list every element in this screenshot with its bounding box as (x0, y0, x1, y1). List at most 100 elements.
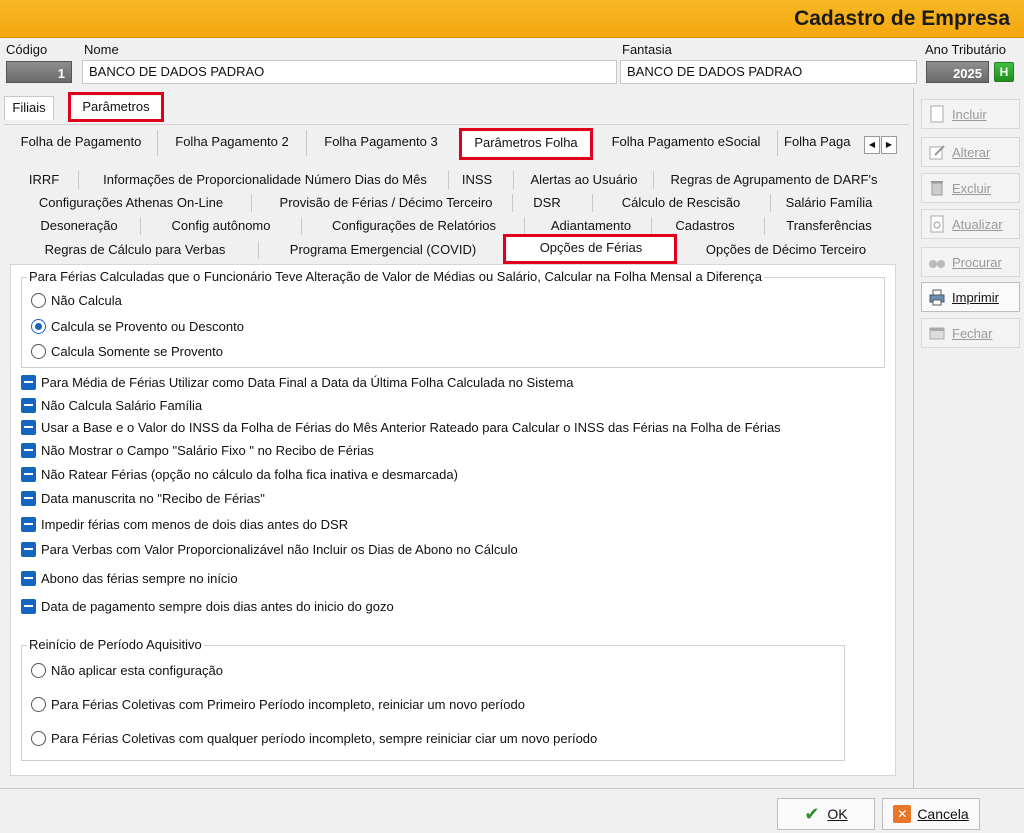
fechar-button[interactable]: Fechar (921, 318, 1020, 348)
tab-folha-pagamento[interactable]: Folha de Pagamento (8, 131, 154, 155)
group-diferenca-medias-title: Para Férias Calculadas que o Funcionário… (27, 269, 764, 284)
trash-icon (928, 179, 946, 197)
tab-folha-pagamento-3[interactable]: Folha Pagamento 3 (310, 131, 452, 155)
radio-qualquer-periodo[interactable] (31, 731, 46, 746)
tab-separator (251, 194, 252, 212)
cancel-label: Cancela (917, 806, 969, 822)
tab-programa-emergencial[interactable]: Programa Emergencial (COVID) (264, 239, 502, 263)
checkbox-impedir-ferias-dsr[interactable] (21, 517, 36, 532)
checkbox-label: Não Calcula Salário Família (41, 398, 203, 413)
edit-icon (928, 143, 946, 161)
radio-calcula-provento-desconto[interactable] (31, 319, 46, 334)
tab-separator (448, 171, 449, 189)
tab-folha-pagamento-2[interactable]: Folha Pagamento 2 (160, 131, 304, 155)
checkbox-data-pagamento[interactable] (21, 599, 36, 614)
checkbox-label: Para Verbas com Valor Proporcionalizável… (41, 542, 518, 557)
tab-salario-familia[interactable]: Salário Família (774, 192, 884, 216)
fantasia-field[interactable]: BANCO DE DADOS PADRAO (620, 60, 917, 84)
tab-config-autonomo[interactable]: Config autônomo (148, 215, 294, 239)
binoculars-icon (928, 253, 946, 271)
tab-separator (764, 217, 765, 235)
tab-config-relatorios[interactable]: Configurações de Relatórios (305, 215, 523, 239)
checkbox-nao-calcula-salario-familia[interactable] (21, 398, 36, 413)
checkbox-label: Data de pagamento sempre dois dias antes… (41, 599, 394, 614)
atualizar-button[interactable]: Atualizar (921, 209, 1020, 239)
checkbox-data-manuscrita[interactable] (21, 491, 36, 506)
checkbox-label: Impedir férias com menos de dois dias an… (41, 517, 349, 532)
side-toolbar: Incluir Alterar Excluir Atualizar Procur… (915, 88, 1024, 788)
excluir-button[interactable]: Excluir (921, 173, 1020, 203)
checkbox-label: Para Média de Férias Utilizar como Data … (41, 375, 574, 390)
checkbox-abono-inicio[interactable] (21, 571, 36, 586)
tab-calculo-rescisao[interactable]: Cálculo de Rescisão (596, 192, 766, 216)
checkbox-media-data-final[interactable] (21, 375, 36, 390)
tab-dsr[interactable]: DSR (514, 192, 580, 216)
tab-provisao-ferias[interactable]: Provisão de Férias / Décimo Terceiro (255, 192, 517, 216)
checkbox-nao-mostrar-salario-fixo[interactable] (21, 443, 36, 458)
tab-athenas-online[interactable]: Configurações Athenas On-Line (24, 192, 238, 216)
alterar-button[interactable]: Alterar (921, 137, 1020, 167)
radio-qualquer-periodo-label: Para Férias Coletivas com qualquer perío… (51, 731, 598, 746)
tab-transferencias[interactable]: Transferências (770, 215, 888, 239)
procurar-button[interactable]: Procurar (921, 247, 1020, 277)
tab-regras-calculo-verbas[interactable]: Regras de Cálculo para Verbas (22, 239, 248, 263)
document-icon (928, 105, 946, 123)
opcoes-ferias-panel: Para Férias Calculadas que o Funcionário… (10, 264, 896, 776)
group-reinicio-periodo-title: Reinício de Período Aquisitivo (27, 637, 204, 652)
tab-separator (653, 171, 654, 189)
tab-scroll-right-icon[interactable]: ▶ (881, 136, 897, 154)
procurar-label: Procurar (952, 254, 1002, 270)
divider (4, 124, 909, 125)
checkbox-verbas-proporcionalizavel[interactable] (21, 542, 36, 557)
radio-nao-aplicar[interactable] (31, 663, 46, 678)
tab-separator (512, 194, 513, 212)
ok-button[interactable]: ✔ OK (777, 798, 875, 830)
highlight-parametros-folha (459, 128, 593, 160)
cancel-icon: ✕ (893, 805, 912, 823)
checkbox-label: Abono das férias sempre no início (41, 571, 238, 586)
checkbox-label: Não Ratear Férias (opção no cálculo da f… (41, 467, 458, 482)
tab-folha-pagamento-esocial[interactable]: Folha Pagamento eSocial (598, 131, 774, 155)
radio-calcula-somente-provento-label: Calcula Somente se Provento (51, 344, 223, 359)
ano-help-button[interactable]: H (994, 62, 1014, 82)
tab-separator (524, 217, 525, 235)
tab-folha-pagamento-truncated[interactable]: Folha Paga (784, 131, 864, 155)
bottom-bar: ✔ OK ✕ Cancela (0, 788, 1024, 833)
cancel-button[interactable]: ✕ Cancela (882, 798, 980, 830)
tab-opcoes-decimo-terceiro[interactable]: Opções de Décimo Terceiro (688, 239, 884, 263)
incluir-button[interactable]: Incluir (921, 99, 1020, 129)
window-title: Cadastro de Empresa (794, 7, 1010, 30)
alterar-label: Alterar (952, 144, 991, 160)
tab-separator (78, 171, 79, 189)
radio-calcula-somente-provento[interactable] (31, 344, 46, 359)
tab-desoneracao[interactable]: Desoneração (22, 215, 136, 239)
checkbox-nao-ratear-ferias[interactable] (21, 467, 36, 482)
tab-regras-darf[interactable]: Regras de Agrupamento de DARF's (656, 169, 892, 193)
tab-alertas[interactable]: Alertas ao Usuário (516, 169, 652, 193)
fechar-label: Fechar (952, 325, 993, 341)
tab-filiais[interactable]: Filiais (4, 96, 54, 120)
tab-inss[interactable]: INSS (452, 169, 502, 193)
radio-primeiro-periodo-label: Para Férias Coletivas com Primeiro Perío… (51, 697, 525, 712)
codigo-field[interactable]: 1 (6, 61, 72, 83)
ano-field[interactable]: 2025 (926, 61, 989, 83)
title-bar: Cadastro de Empresa (0, 0, 1024, 38)
ok-label: OK (827, 806, 848, 822)
tab-separator (592, 194, 593, 212)
checkbox-label: Usar a Base e o Valor do INSS da Folha d… (41, 420, 781, 435)
tab-scroll-left-icon[interactable]: ◀ (864, 136, 880, 154)
tab-proporcionalidade[interactable]: Informações de Proporcionalidade Número … (84, 169, 446, 193)
tab-irrf[interactable]: IRRF (22, 169, 66, 193)
printer-icon (928, 288, 946, 306)
tab-separator (513, 171, 514, 189)
tab-separator (157, 130, 158, 156)
check-icon: ✔ (804, 803, 820, 824)
nome-field[interactable]: BANCO DE DADOS PADRAO (82, 60, 617, 84)
tab-separator (306, 130, 307, 156)
radio-nao-calcula[interactable] (31, 293, 46, 308)
highlight-opcoes-ferias (503, 234, 677, 264)
imprimir-button[interactable]: Imprimir (921, 282, 1020, 312)
codigo-label: Código (6, 42, 48, 57)
radio-primeiro-periodo[interactable] (31, 697, 46, 712)
checkbox-base-inss-rateado[interactable] (21, 420, 36, 435)
